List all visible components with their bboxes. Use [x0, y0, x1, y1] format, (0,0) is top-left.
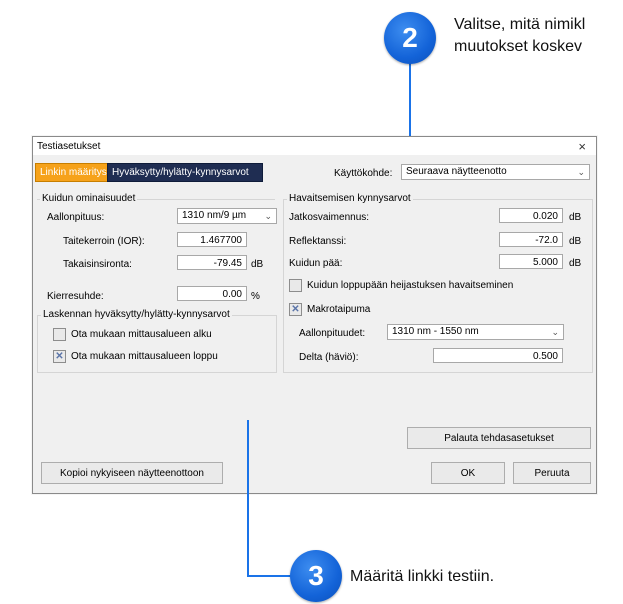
callout-3-text: Määritä linkki testiin. [350, 568, 495, 585]
splice-label: Jatkosvaimennus: [289, 212, 370, 223]
helix-unit: % [251, 291, 260, 302]
usage-select[interactable]: Seuraava näytteenotto ⌄ [401, 164, 590, 180]
chevron-down-icon: ⌄ [264, 211, 272, 221]
dialog-titlebar: Testiasetukset × [33, 137, 596, 155]
ior-field[interactable]: 1.467700 [177, 232, 247, 247]
backscatter-unit: dB [251, 259, 264, 270]
backscatter-label: Takaisinsironta: [63, 259, 132, 270]
fiber-end-field[interactable]: 5.000 [499, 254, 563, 269]
backscatter-field[interactable]: -79.45 [177, 255, 247, 270]
restore-defaults-button[interactable]: Palauta tehdasasetukset [407, 427, 591, 449]
chevron-down-icon: ⌄ [577, 167, 585, 177]
helix-label: Kierresuhde: [47, 291, 104, 302]
callout-3-leader-vertical [247, 420, 249, 577]
fiber-end-label: Kuidun pää: [289, 258, 343, 269]
ior-label: Taitekerroin (IOR): [63, 236, 145, 247]
delta-field[interactable]: 0.500 [433, 348, 563, 363]
calc-thresholds-group: Laskennan hyväksytty/hylätty-kynnysarvot [37, 309, 277, 373]
callout-2-text-line1: Valitse, mitä nimikl [454, 16, 586, 33]
dialog-title: Testiasetukset [37, 141, 101, 152]
include-start-checkbox[interactable] [53, 328, 66, 341]
calc-thresholds-title: Laskennan hyväksytty/hylätty-kynnysarvot [41, 309, 232, 320]
wavelengths-select-value: 1310 nm - 1550 nm [392, 326, 479, 337]
chevron-down-icon: ⌄ [551, 327, 559, 337]
reflectance-unit: dB [569, 236, 582, 247]
usage-select-value: Seuraava näytteenotto [406, 166, 507, 177]
wavelength-select-value: 1310 nm/9 µm [182, 210, 247, 221]
ok-button[interactable]: OK [431, 462, 505, 484]
splice-field[interactable]: 0.020 [499, 208, 563, 223]
copy-to-current-button[interactable]: Kopioi nykyiseen näytteenottoon [41, 462, 223, 484]
usage-label: Käyttökohde: [334, 168, 393, 179]
end-reflection-label: Kuidun loppupään heijastuksen havaitsemi… [307, 280, 514, 291]
delta-label: Delta (häviö): [299, 352, 359, 363]
test-settings-dialog: Testiasetukset × Linkin määritys Hyväksy… [32, 136, 597, 494]
wavelengths-select[interactable]: 1310 nm - 1550 nm ⌄ [387, 324, 564, 340]
include-end-label: Ota mukaan mittausalueen loppu [71, 351, 218, 362]
callout-2-badge: 2 [384, 12, 436, 64]
callout-2-text-line2: muutokset koskev [454, 38, 583, 55]
splice-unit: dB [569, 212, 582, 223]
callout-3-badge: 3 [290, 550, 342, 602]
close-icon[interactable]: × [578, 139, 586, 154]
wavelengths-label: Aallonpituudet: [299, 328, 366, 339]
include-end-checkbox[interactable]: ✕ [53, 350, 66, 363]
cancel-button[interactable]: Peruuta [513, 462, 591, 484]
tab-pass-fail-thresholds[interactable]: Hyväksytty/hylätty-kynnysarvot [107, 163, 263, 182]
end-reflection-checkbox[interactable] [289, 279, 302, 292]
detection-thresholds-title: Havaitsemisen kynnysarvot [287, 193, 413, 204]
wavelength-label: Aallonpituus: [47, 212, 105, 223]
reflectance-field[interactable]: -72.0 [499, 232, 563, 247]
wavelength-select[interactable]: 1310 nm/9 µm ⌄ [177, 208, 277, 224]
macrobend-checkbox[interactable]: ✕ [289, 303, 302, 316]
reflectance-label: Reflektanssi: [289, 236, 347, 247]
fiber-end-unit: dB [569, 258, 582, 269]
tab-link-definition[interactable]: Linkin määritys [35, 163, 112, 182]
fiber-properties-title: Kuidun ominaisuudet [40, 193, 138, 204]
include-start-label: Ota mukaan mittausalueen alku [71, 329, 212, 340]
helix-field[interactable]: 0.00 [177, 286, 247, 301]
macrobend-label: Makrotaipuma [307, 304, 371, 315]
